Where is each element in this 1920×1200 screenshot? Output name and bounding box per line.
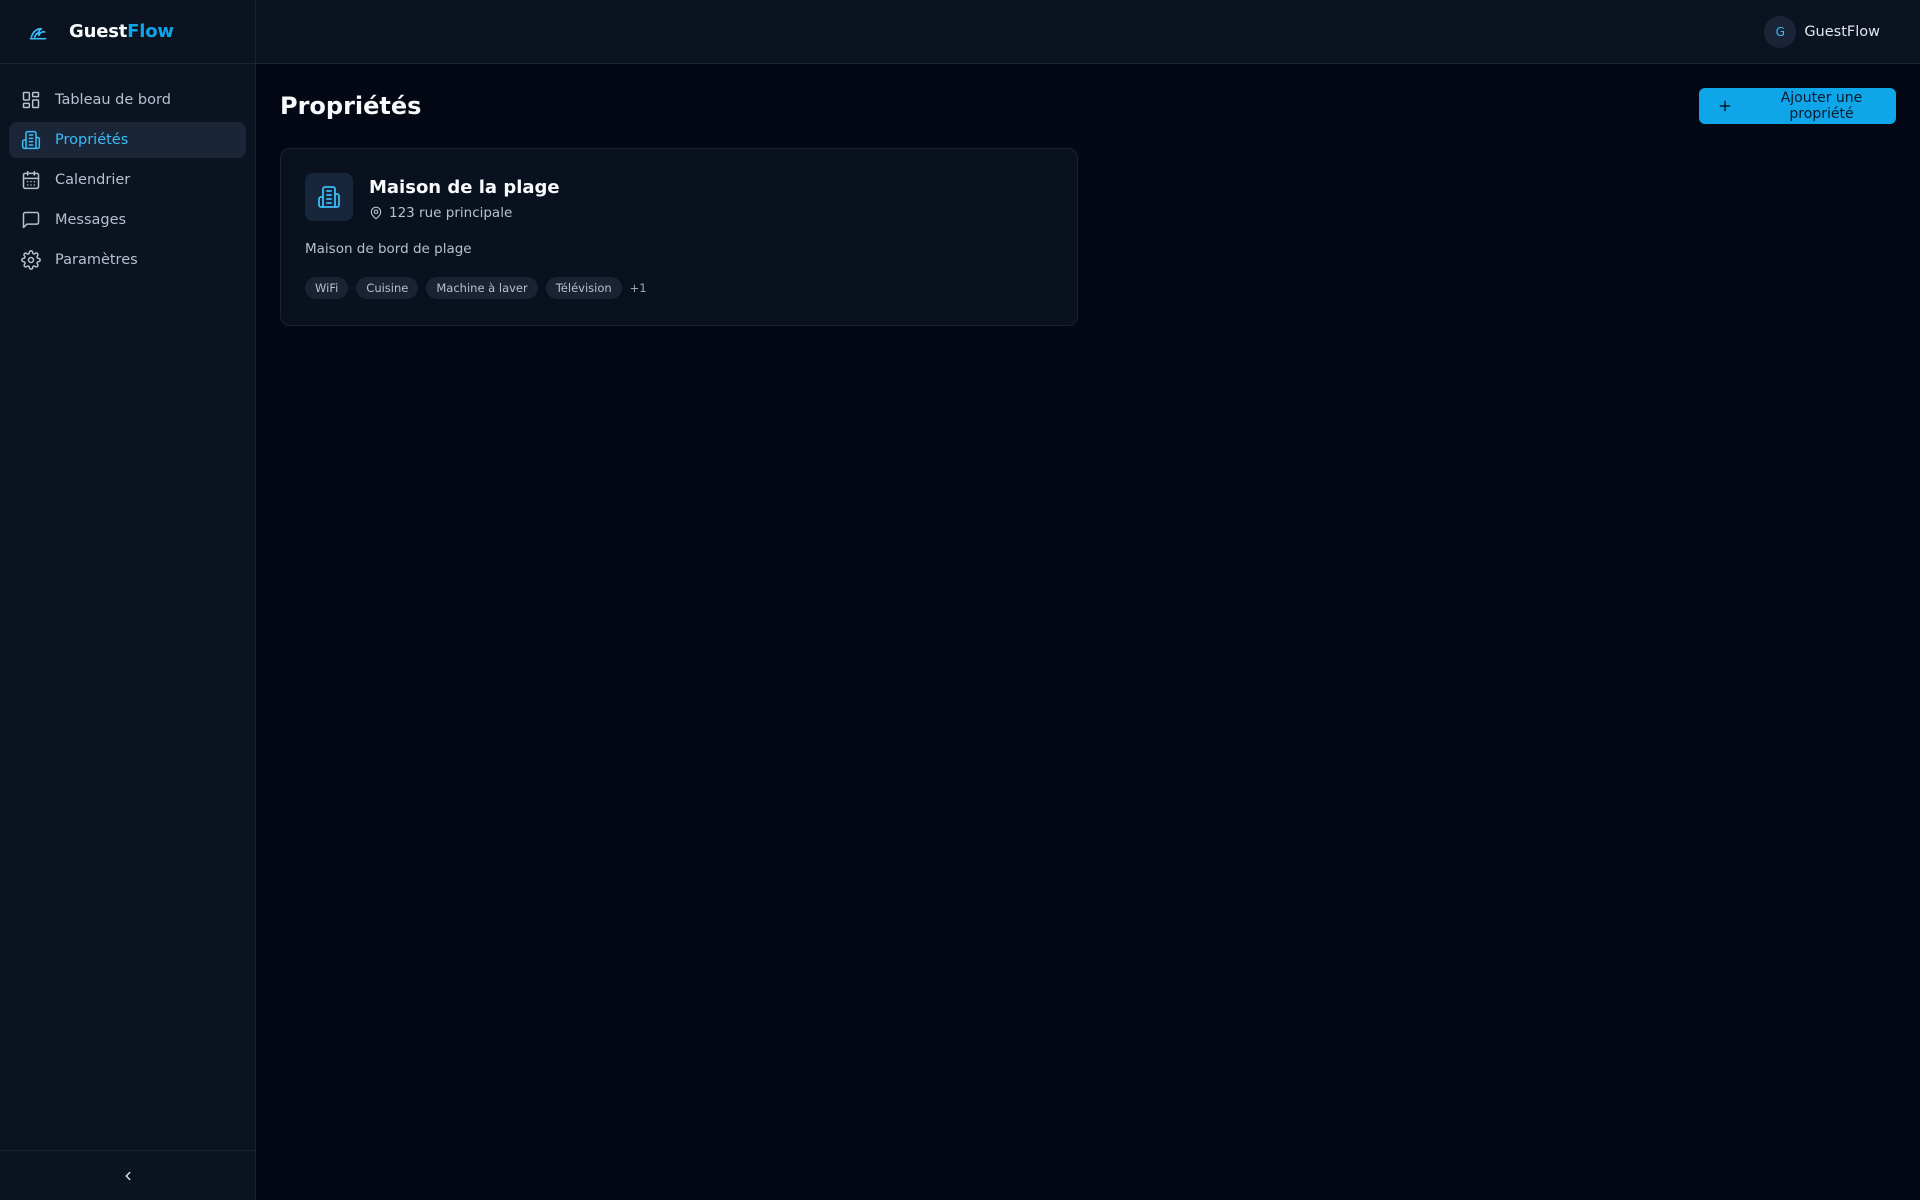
sidebar-item-label: Propriétés (55, 132, 129, 148)
gear-icon (21, 250, 41, 270)
brand[interactable]: GuestFlow (0, 0, 255, 64)
sidebar-item-label: Messages (55, 212, 127, 228)
calendar-icon (21, 170, 41, 190)
amenity-tag: WiFi (305, 277, 349, 299)
building-icon (305, 173, 353, 221)
user-menu[interactable]: G GuestFlow (1764, 16, 1880, 48)
sidebar-item-label: Tableau de bord (55, 92, 171, 108)
chevron-left-icon (125, 1171, 130, 1180)
topbar: G GuestFlow (256, 0, 1920, 64)
brand-name: GuestFlow (69, 21, 174, 42)
wave-logo-icon (28, 22, 48, 42)
sidebar: GuestFlow Tableau de bord Propriétés Cal… (0, 0, 256, 1200)
brand-name-primary: Guest (69, 21, 128, 42)
brand-name-accent: Flow (127, 21, 174, 42)
sidebar-item-label: Paramètres (55, 252, 138, 268)
property-name: Maison de la plage (369, 177, 560, 198)
user-name: GuestFlow (1804, 24, 1880, 40)
property-address-text: 123 rue principale (389, 205, 513, 221)
building-icon (21, 130, 41, 150)
amenity-tag: Machine à laver (426, 277, 538, 299)
message-icon (21, 210, 41, 230)
map-pin-icon (369, 206, 383, 220)
page-title: Propriétés (280, 92, 422, 120)
sidebar-nav: Tableau de bord Propriétés Calendrier Me… (0, 64, 255, 278)
sidebar-item-settings[interactable]: Paramètres (9, 242, 246, 278)
sidebar-item-calendar[interactable]: Calendrier (9, 162, 246, 198)
add-property-label: Ajouter une propriété (1780, 90, 1863, 122)
amenity-more-count: +1 (629, 281, 647, 295)
amenity-tag: Cuisine (356, 277, 419, 299)
add-property-button[interactable]: Ajouter une propriété (1699, 88, 1896, 124)
avatar: G (1764, 16, 1797, 48)
amenity-tag: Télévision (545, 277, 622, 299)
property-address: 123 rue principale (369, 205, 512, 221)
sidebar-footer (0, 1150, 255, 1200)
amenity-tags: WiFi Cuisine Machine à laver Télévision … (305, 277, 647, 299)
sidebar-item-messages[interactable]: Messages (9, 202, 246, 238)
dashboard-icon (21, 90, 41, 110)
collapse-sidebar-button[interactable] (116, 1164, 140, 1188)
property-description: Maison de bord de plage (305, 241, 472, 257)
app-root: GuestFlow Tableau de bord Propriétés Cal… (0, 0, 1920, 1200)
property-card[interactable]: Maison de la plage 123 rue principale Ma… (280, 148, 1078, 326)
plus-icon (1717, 98, 1733, 114)
sidebar-item-label: Calendrier (55, 172, 131, 188)
sidebar-item-properties[interactable]: Propriétés (9, 122, 246, 158)
sidebar-item-dashboard[interactable]: Tableau de bord (9, 82, 246, 118)
